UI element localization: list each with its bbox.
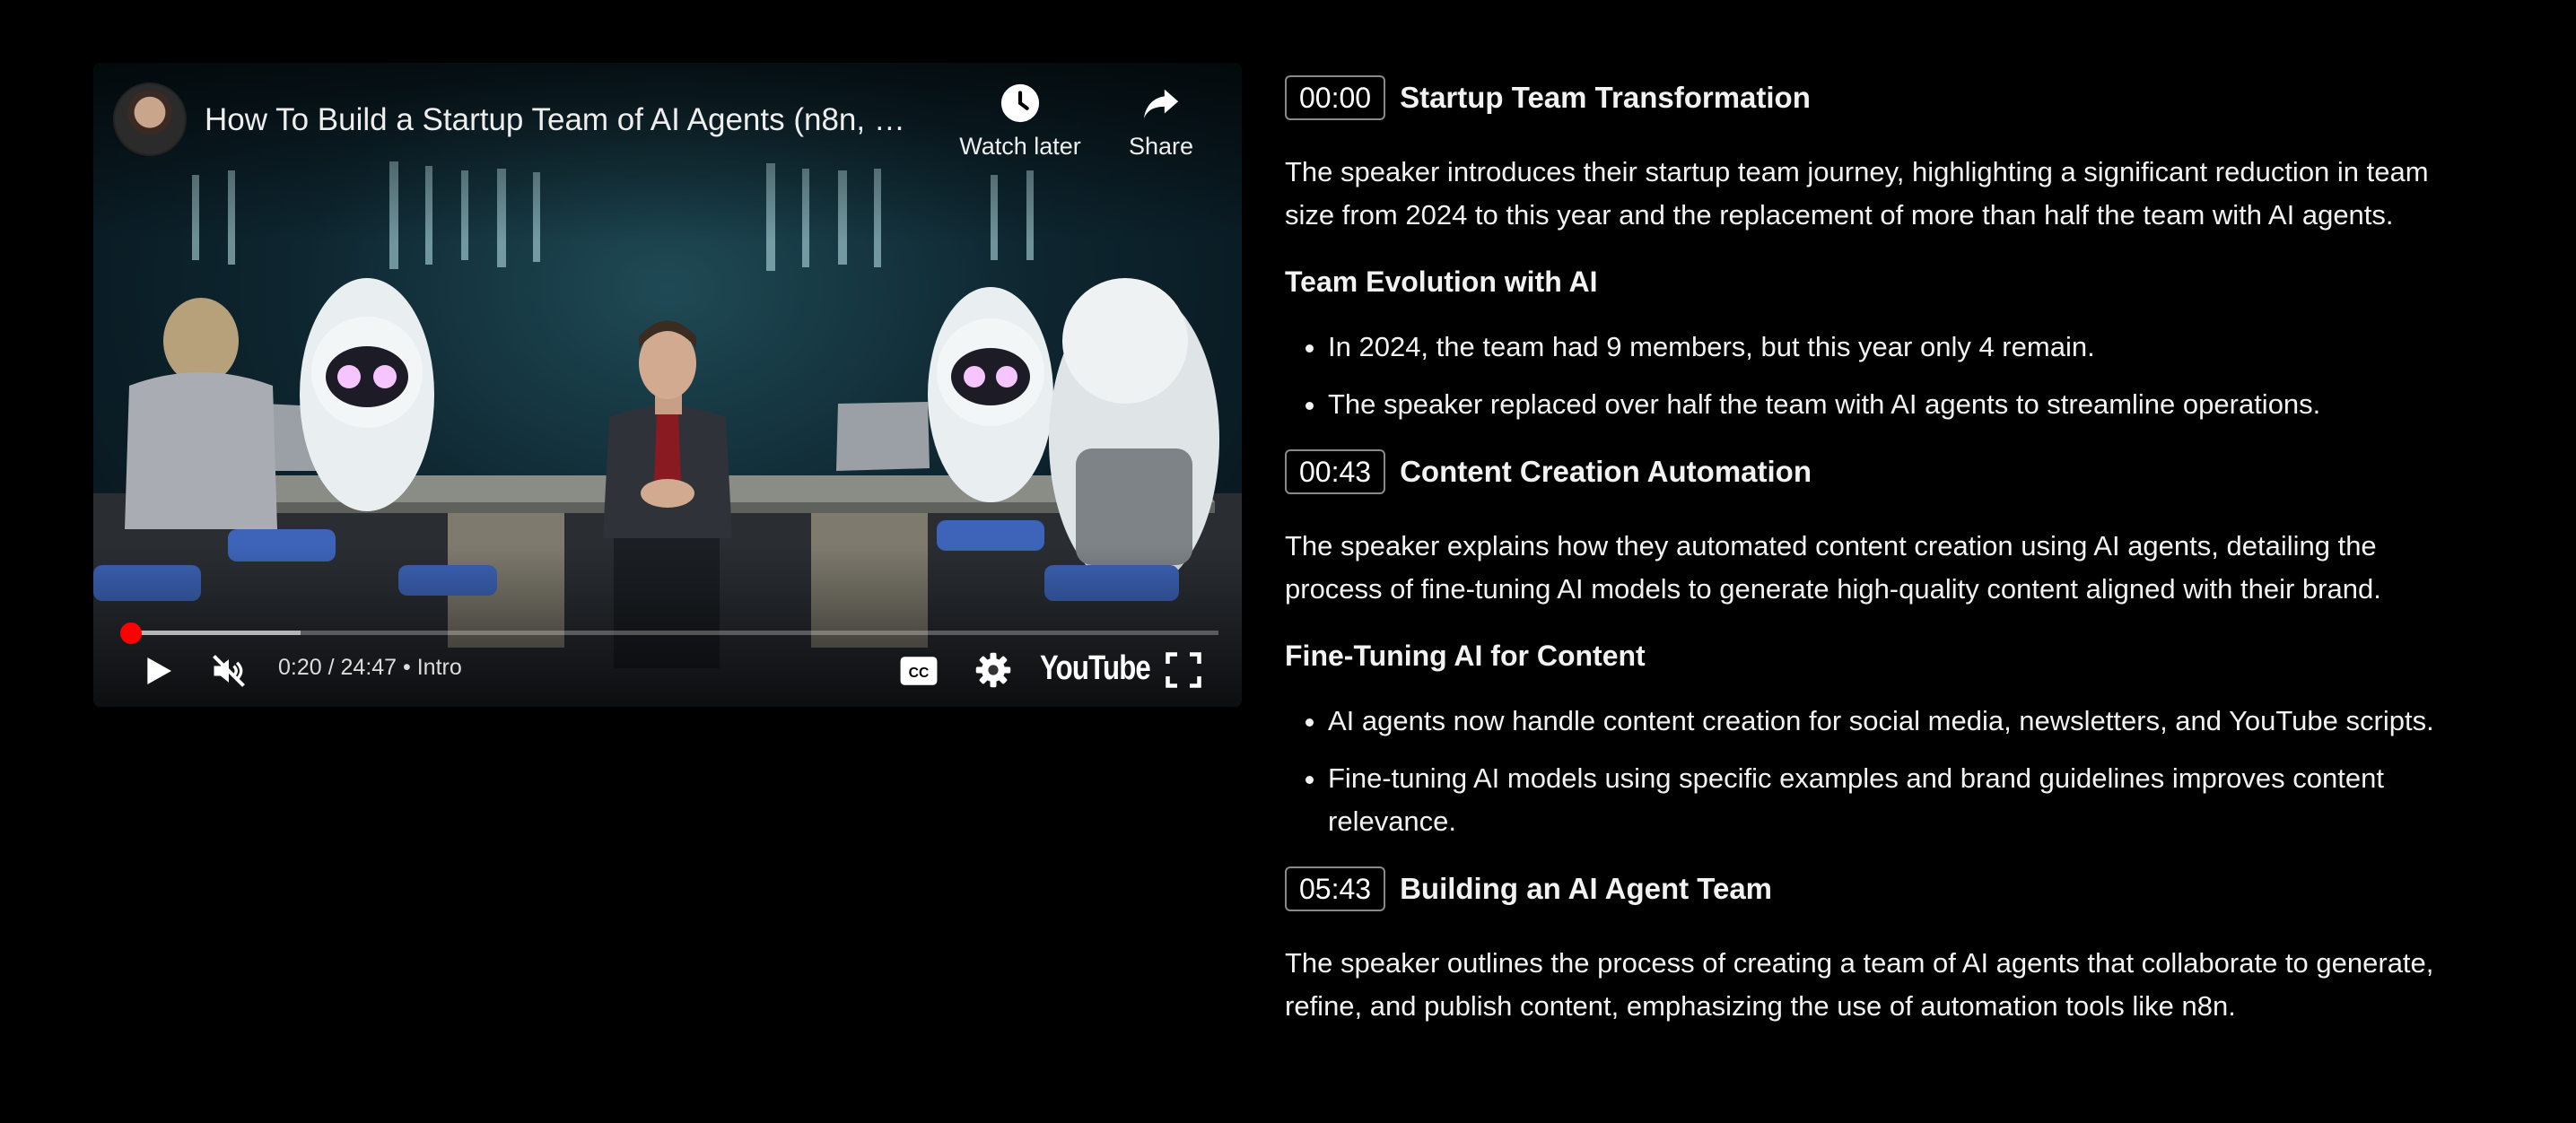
share-button[interactable]: Share — [1116, 83, 1206, 161]
settings-gear-icon[interactable] — [974, 651, 1012, 689]
cc-text: CC — [909, 666, 930, 681]
page: How To Build a Startup Team of AI Agents… — [0, 0, 2576, 1123]
share-label: Share — [1128, 133, 1194, 160]
summary-panel: 00:00 Startup Team Transformation The sp… — [1285, 75, 2478, 1057]
video-title[interactable]: How To Build a Startup Team of AI Agents… — [205, 102, 922, 138]
current-time: 0:20 — [278, 655, 322, 680]
time-display: 0:20 / 24:47 • Intro — [278, 655, 462, 681]
scrubber-handle[interactable] — [120, 622, 142, 644]
section-header: 00:43 Content Creation Automation — [1285, 449, 2478, 494]
section-title: Building an AI Agent Team — [1400, 872, 1773, 905]
chapter-separator: • — [397, 655, 417, 680]
video-player[interactable]: How To Build a Startup Team of AI Agents… — [93, 63, 1242, 707]
play-icon[interactable] — [140, 653, 176, 689]
progress-bar[interactable] — [126, 631, 1218, 635]
bullet-item: Fine-tuning AI models using specific exa… — [1328, 757, 2478, 843]
fullscreen-icon[interactable] — [1165, 651, 1202, 689]
section-title: Startup Team Transformation — [1400, 81, 1811, 114]
section-header: 05:43 Building an AI Agent Team — [1285, 866, 2478, 911]
share-arrow-icon — [1143, 89, 1179, 119]
section-paragraph: The speaker explains how they automated … — [1285, 530, 2381, 605]
robot-left — [300, 278, 434, 511]
bullet-item: In 2024, the team had 9 members, but thi… — [1328, 326, 2478, 369]
bullet-list: In 2024, the team had 9 members, but thi… — [1285, 326, 2478, 426]
time-separator: / — [321, 655, 341, 680]
bullet-item: The speaker replaced over half the team … — [1328, 383, 2478, 426]
youtube-logo[interactable]: YouTube — [1040, 649, 1151, 688]
progress-buffered — [126, 631, 301, 635]
section-paragraph: The speaker outlines the process of crea… — [1285, 947, 2434, 1022]
timestamp-badge[interactable]: 05:43 — [1285, 866, 1386, 911]
section-subheading: Fine-Tuning AI for Content — [1285, 640, 1646, 672]
timestamp-badge[interactable]: 00:00 — [1285, 75, 1386, 120]
section-header: 00:00 Startup Team Transformation — [1285, 75, 2478, 120]
chapter-label[interactable]: Intro — [417, 655, 462, 680]
clock-icon — [1000, 83, 1040, 123]
captions-icon[interactable]: CC — [899, 655, 939, 687]
section-title: Content Creation Automation — [1400, 455, 1812, 488]
duration: 24:47 — [340, 655, 397, 680]
watch-later-button[interactable]: Watch later — [953, 83, 1087, 161]
channel-avatar[interactable] — [113, 83, 187, 156]
mute-icon[interactable] — [208, 651, 249, 691]
watch-later-label: Watch later — [959, 133, 1081, 160]
section-paragraph: The speaker introduces their startup tea… — [1285, 156, 2429, 231]
section-subheading: Team Evolution with AI — [1285, 266, 1598, 298]
bullet-item: AI agents now handle content creation fo… — [1328, 700, 2478, 743]
bullet-list: AI agents now handle content creation fo… — [1285, 700, 2478, 843]
timestamp-badge[interactable]: 00:43 — [1285, 449, 1386, 494]
